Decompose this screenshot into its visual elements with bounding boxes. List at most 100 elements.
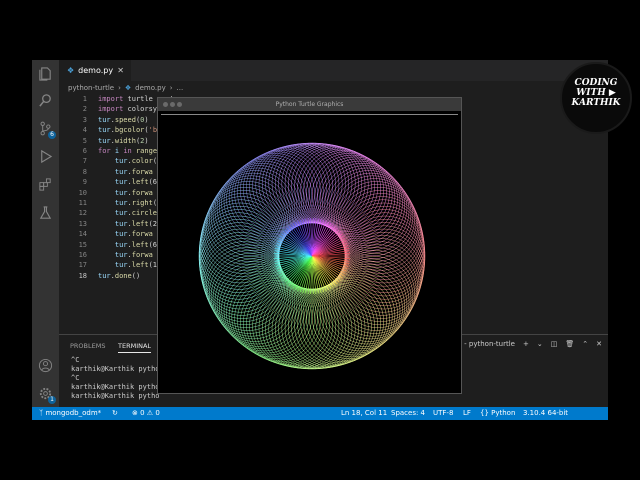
code-text: tur.forwa [114, 230, 153, 239]
window-title: Python Turtle Graphics [158, 98, 461, 111]
trash-icon[interactable]: 🗑 [565, 340, 574, 348]
language-mode[interactable]: {} Python [480, 407, 515, 420]
close-icon[interactable]: ✕ [117, 66, 124, 75]
line-number: 13 [78, 219, 87, 228]
code-text: tur.left(6 [114, 178, 158, 187]
spiro-circle [344, 225, 425, 307]
line-number: 5 [82, 136, 87, 145]
line-number: 11 [78, 199, 87, 207]
line-number: 12 [78, 209, 87, 218]
testing-icon[interactable] [38, 205, 53, 220]
turtle-graphics-window[interactable]: Python Turtle Graphics [157, 97, 462, 394]
close-window-button[interactable] [163, 102, 168, 107]
extensions-icon[interactable] [38, 177, 53, 192]
breadcrumb-folder[interactable]: python-turtle [68, 84, 114, 92]
breadcrumb-file[interactable]: demo.py [135, 84, 166, 92]
code-text: tur.forwa [114, 188, 153, 197]
code-text: for i in range [98, 147, 158, 155]
search-icon[interactable] [38, 93, 53, 108]
spiro-circle [198, 212, 280, 293]
maximize-window-button[interactable] [177, 102, 182, 107]
line-number: 9 [82, 178, 87, 187]
python-interpreter[interactable]: 3.10.4 64-bit [523, 407, 568, 420]
explorer-icon[interactable] [38, 66, 53, 81]
activity-bar: 6 1 [32, 60, 59, 407]
source-control-icon[interactable]: 6 [38, 121, 56, 139]
spiro-circle [261, 143, 343, 224]
code-text: tur.left(6 [114, 240, 158, 249]
line-number: 10 [78, 188, 87, 197]
terminal-line: ^C [71, 374, 80, 382]
encoding[interactable]: UTF-8 [433, 407, 453, 420]
sync-icon[interactable]: ↻ [112, 407, 118, 420]
cursor-position[interactable]: Ln 18, Col 11 [341, 407, 387, 420]
logo-text: KARTHIK [571, 98, 621, 108]
python-file-icon: ❖ [124, 84, 132, 92]
line-number: 18 [78, 271, 87, 280]
split-terminal-icon[interactable]: ◫ [551, 340, 558, 348]
code-text: tur.forwa [114, 251, 153, 259]
spiro-circle [344, 212, 426, 293]
line-number: 17 [78, 261, 87, 270]
turtle-canvas [161, 114, 458, 393]
spirograph-drawing [198, 142, 426, 370]
code-text: tur.left(2 [114, 219, 158, 228]
close-panel-icon[interactable]: ✕ [596, 340, 602, 348]
line-number: 16 [78, 251, 87, 259]
spiro-circle [268, 288, 349, 370]
spiro-circle [199, 205, 280, 287]
spiro-circle [199, 225, 280, 307]
python-file-icon: ❖ [67, 66, 75, 75]
git-branch[interactable]: ᛉ mongodb_odm* [39, 407, 101, 420]
panel-actions: hon - python-turtle + ⌄ ◫ 🗑 ⌃ ✕ [449, 340, 602, 348]
chevron-right-icon: › [118, 84, 121, 92]
line-ending[interactable]: LF [463, 407, 471, 420]
settings-gear-icon[interactable]: 1 [38, 386, 56, 404]
breadcrumb-symbol[interactable]: ... [177, 84, 184, 92]
terminal-line: karthik@Karthik pytho [71, 383, 160, 391]
code-text: tur.bgcolor('b [98, 126, 158, 135]
source-control-badge: 6 [48, 131, 56, 139]
chevron-right-icon: › [169, 84, 173, 92]
code-text: import colorsys [98, 105, 162, 114]
code-text: tur.circle [114, 209, 158, 218]
spiro-circle [281, 288, 363, 369]
spiro-circle [281, 143, 363, 224]
braces-icon: {} [480, 409, 492, 417]
tab-label: demo.py [78, 66, 114, 75]
add-terminal-icon[interactable]: + [523, 340, 529, 348]
spiro-circle [344, 205, 425, 287]
tab-demo-py[interactable]: ❖ demo.py ✕ [59, 60, 131, 81]
tab-problems[interactable]: PROBLEMS [70, 342, 105, 350]
status-bar: ᛉ mongodb_odm* ↻ ⊗ 0 ⚠ 0 Ln 18, Col 11 S… [32, 407, 608, 420]
code-text: tur.width(2) [98, 136, 149, 145]
line-number: 8 [82, 167, 87, 176]
spiro-circle [344, 219, 426, 300]
line-number: 4 [82, 126, 87, 135]
editor-tab-bar: ❖ demo.py ✕ [59, 60, 608, 81]
code-text: tur.color( [114, 157, 158, 166]
line-number: 2 [82, 105, 87, 114]
spiro-circle [261, 288, 343, 369]
account-icon[interactable] [38, 358, 53, 373]
code-text: tur.speed(0) [98, 115, 149, 124]
run-debug-icon[interactable] [38, 149, 53, 164]
chevron-down-icon[interactable]: ⌄ [537, 340, 543, 348]
play-icon: ▶ [608, 88, 616, 98]
tab-terminal[interactable]: TERMINAL [118, 342, 152, 353]
problems-status[interactable]: ⊗ 0 ⚠ 0 [132, 407, 160, 420]
terminal-line: karthik@Karthik pytho [71, 365, 160, 373]
code-text: tur.done() [98, 271, 141, 280]
line-number: 3 [82, 115, 87, 124]
chevron-up-icon[interactable]: ⌃ [582, 340, 588, 348]
line-number: 15 [78, 240, 87, 249]
minimize-window-button[interactable] [170, 102, 175, 107]
spiro-circle [268, 142, 349, 224]
line-number: 14 [78, 230, 87, 239]
line-number: 6 [82, 147, 87, 155]
indentation[interactable]: Spaces: 4 [391, 407, 425, 420]
logo-text: WITH ▶ [576, 88, 616, 98]
spiro-circle [275, 142, 356, 224]
spiro-circle [275, 288, 356, 370]
settings-badge: 1 [48, 396, 56, 404]
